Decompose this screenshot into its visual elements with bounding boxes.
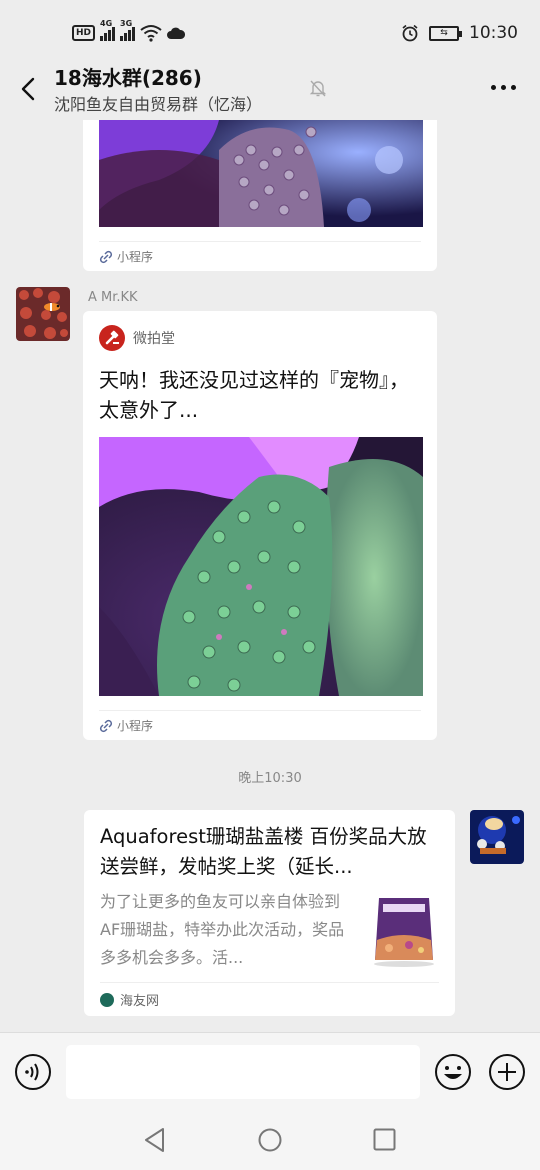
input-bar (0, 1032, 540, 1112)
plus-icon[interactable] (488, 1053, 526, 1091)
mini-program-card[interactable]: 微拍堂 天呐！我还没见过这样的『宠物』，太意外了... 小程序 (83, 311, 437, 740)
message-timestamp: 晚上10:30 (238, 771, 302, 786)
mute-bell-icon (309, 80, 327, 97)
signal-4g-icon: 4G (100, 19, 116, 41)
nav-recent-apps-icon[interactable] (373, 1128, 396, 1151)
chat-header: 18海水群(286) 沈阳鱼友自由贸易群（忆海） (0, 62, 540, 120)
more-options-button[interactable] (491, 85, 516, 90)
sender-name: A Mr.KK (88, 290, 138, 305)
mini-program-footer: 小程序 (99, 710, 421, 740)
status-bar: HD 4G 3G ⇆ 10:30 (0, 0, 540, 62)
status-left: HD 4G 3G (72, 19, 186, 46)
emoji-icon[interactable] (434, 1053, 472, 1091)
wifi-icon (140, 25, 162, 42)
message-list[interactable]: 小程序 A Mr.KK 微拍堂 天呐！我还没见过这样的『宠物』，太意外了... … (0, 120, 540, 1032)
mini-program-card-top[interactable]: 小程序 (83, 120, 437, 271)
cloud-icon (167, 27, 186, 39)
article-source: 海友网 (100, 982, 439, 1016)
message-input[interactable] (66, 1045, 420, 1099)
mini-program-source: 微拍堂 (99, 325, 175, 351)
back-arrow-icon[interactable] (14, 72, 44, 106)
sender-avatar[interactable] (16, 287, 70, 341)
mini-program-footer: 小程序 (99, 241, 421, 271)
alarm-icon (402, 24, 418, 42)
article-description: 为了让更多的鱼友可以亲自体验到AF珊瑚盐，特举办此次活动，奖品多多机会多多。活.… (100, 892, 345, 967)
article-thumbnail (369, 890, 439, 968)
nav-home-icon[interactable] (258, 1128, 282, 1152)
hd-icon: HD (72, 25, 96, 41)
mini-program-title: 天呐！我还没见过这样的『宠物』，太意外了... (99, 368, 409, 422)
status-time: 10:30 (469, 23, 518, 43)
coral-photo (99, 437, 423, 696)
mini-program-link-icon (99, 719, 113, 732)
my-avatar[interactable] (470, 810, 524, 864)
haiyouwang-logo-icon (100, 992, 114, 1007)
coral-photo-top (99, 120, 423, 227)
nav-back-icon[interactable] (143, 1127, 167, 1153)
voice-input-icon[interactable] (14, 1053, 52, 1091)
battery-icon: ⇆ (429, 25, 462, 41)
signal-3g-icon: 3G (120, 19, 136, 41)
chat-title: 18海水群(286) (54, 66, 202, 90)
weipaitang-logo-icon (99, 325, 125, 351)
status-right: ⇆ 10:30 (401, 20, 518, 46)
article-card[interactable]: Aquaforest珊瑚盐盖楼 百份奖品大放送尝鲜，发帖奖上奖（延长... 为了… (84, 810, 455, 1016)
mini-program-link-icon (99, 250, 113, 263)
article-title: Aquaforest珊瑚盐盖楼 百份奖品大放送尝鲜，发帖奖上奖（延长... (100, 825, 427, 878)
system-nav-bar (0, 1112, 540, 1170)
chat-subtitle: 沈阳鱼友自由贸易群（忆海） (54, 95, 263, 114)
